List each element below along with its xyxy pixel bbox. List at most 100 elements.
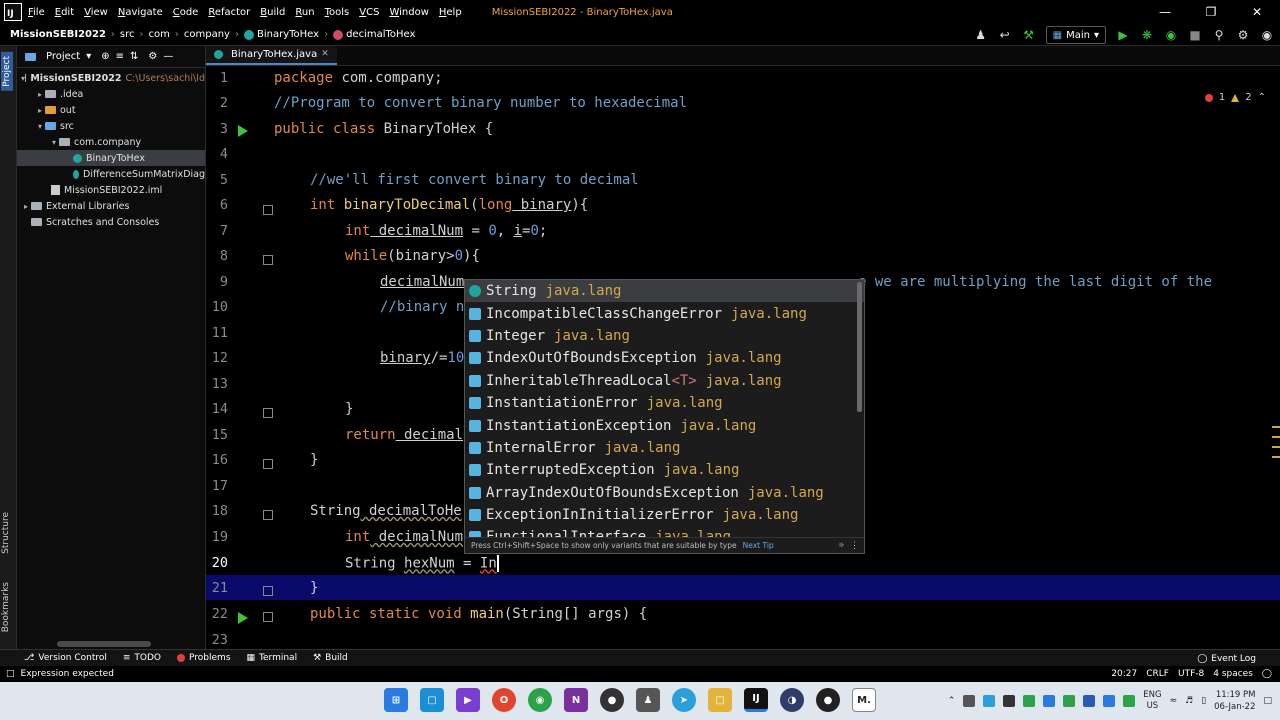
build-hammer-icon[interactable]: ⚒ [1022,28,1036,42]
bluetooth-icon[interactable] [1043,695,1056,707]
vcs-arrow-icon[interactable]: ↩ [998,28,1012,42]
coverage-icon[interactable]: ◉ [1164,28,1178,42]
toolbox-icon[interactable]: ◉ [1260,28,1274,42]
app-icon[interactable]: ♟ [636,688,660,712]
expanded-arrow-icon[interactable]: ▾ [35,122,45,131]
expanded-arrow-icon[interactable]: ▾ [49,138,59,147]
completion-item[interactable]: IncompatibleClassChangeError java.lang [465,302,864,324]
collapsed-arrow-icon[interactable]: ▸ [35,106,45,115]
warning-marker[interactable] [1272,436,1280,438]
task-view-icon[interactable]: ▢ [420,688,444,712]
breadcrumb-method[interactable]: decimalToHex [333,29,415,40]
tree-item-external-libraries[interactable]: ▸ External Libraries [17,198,205,214]
tree-item-src[interactable]: ▾ src [17,118,205,134]
event-log-button[interactable]: ◯ Event Log [1197,650,1256,667]
version-control-tool-button[interactable]: ⎇ Version Control [24,653,107,663]
completion-scrollbar[interactable] [857,282,862,412]
breadcrumb-class[interactable]: BinaryToHex [243,29,319,40]
scrollbar-markers[interactable] [1272,426,1280,466]
menu-window[interactable]: Window [389,7,428,18]
notification-icon[interactable]: □ [1263,696,1272,706]
fold-icon[interactable] [263,255,273,265]
file-encoding[interactable]: UTF-8 [1178,669,1204,679]
terminal-tool-button[interactable]: ▦ Terminal [247,653,298,663]
indent-setting[interactable]: 4 spaces [1213,669,1253,679]
completion-item[interactable]: InternalError java.lang [465,437,864,459]
intellij-taskbar-icon[interactable]: IJ [744,688,768,712]
tray-app-icon[interactable] [1003,695,1016,707]
telegram-icon[interactable]: ➤ [672,688,696,712]
completion-item[interactable]: IndexOutOfBoundsException java.lang [465,347,864,369]
breadcrumb-company[interactable]: company [184,29,230,40]
chevron-down-icon[interactable]: ▾ [86,51,91,62]
cloud-icon[interactable] [983,695,996,707]
completion-item[interactable]: InstantiationException java.lang [465,414,864,436]
completion-item[interactable]: ExceptionInInitializerError java.lang [465,504,864,526]
fold-icon[interactable] [263,205,273,215]
bookmarks-tool-tab[interactable]: Bookmarks [1,582,11,632]
completion-item[interactable]: Integer java.lang [465,325,864,347]
github-icon[interactable]: ● [816,688,840,712]
collapsed-arrow-icon[interactable]: ▸ [35,90,45,99]
menu-code[interactable]: Code [173,7,199,18]
expand-all-icon[interactable]: ⇅ [130,51,138,62]
tree-item-out[interactable]: ▸ out [17,102,205,118]
menu-view[interactable]: View [84,7,108,18]
caret-position[interactable]: 20:27 [1111,669,1137,679]
obs-icon[interactable]: ● [600,688,624,712]
windows-start-icon[interactable]: ⊞ [384,688,408,712]
language-indicator[interactable]: ENG US [1143,690,1161,712]
word-icon[interactable] [1083,695,1096,707]
menu-help[interactable]: Help [439,7,462,18]
fold-icon[interactable] [263,510,273,520]
menu-vcs[interactable]: VCS [359,7,379,18]
menu-navigate[interactable]: Navigate [118,7,163,18]
tree-item-scratches[interactable]: Scratches and Consoles [17,214,205,230]
inspection-widget[interactable]: 1 2 ⌃ [1204,92,1266,103]
tree-item-differencesummatrix[interactable]: DifferenceSumMatrixDiag [17,166,205,182]
locate-icon[interactable]: ⊕ [101,51,109,62]
completion-item[interactable]: InterruptedException java.lang [465,459,864,481]
tree-item-project-root[interactable]: ▾ MissionSEBI2022 C:\Users\sachi\Id [17,70,205,86]
eclipse-icon[interactable]: ◑ [780,688,804,712]
build-tool-button[interactable]: ⚒ Build [313,653,348,663]
collapsed-arrow-icon[interactable]: ▸ [21,202,31,211]
more-options-icon[interactable]: ⋮ [850,541,859,551]
completion-item[interactable]: InheritableThreadLocal <T> java.lang [465,370,864,392]
file-explorer-icon[interactable]: □ [708,688,732,712]
run-icon[interactable]: ▶ [1116,28,1130,42]
stop-icon[interactable]: ■ [1188,28,1202,42]
structure-tool-tab[interactable]: Structure [1,512,11,554]
tray-chevron-icon[interactable]: ⌃ [948,696,956,706]
popup-settings-icon[interactable]: ☼ [839,541,844,551]
tree-item-binarytohex[interactable]: BinaryToHex [17,150,205,166]
tray-app-icon[interactable] [963,695,976,707]
run-configuration-select[interactable]: ▦ Main ▾ [1045,26,1106,44]
todo-tool-button[interactable]: ≡ TODO [123,653,161,663]
project-tool-tab[interactable]: Project [1,52,13,91]
menu-tools[interactable]: Tools [325,7,350,18]
menu-file[interactable]: File [28,7,45,18]
tree-item-package[interactable]: ▾ com.company [17,134,205,150]
fold-icon[interactable] [263,459,273,469]
collapse-all-icon[interactable]: ≡ [116,51,124,62]
warning-marker[interactable] [1272,456,1280,458]
fold-icon[interactable] [263,586,273,596]
breadcrumb-project[interactable]: MissionSEBI2022 [10,29,106,40]
clock[interactable]: 11:19 PM 06-Jan-22 [1214,689,1255,713]
line-separator[interactable]: CRLF [1146,669,1169,679]
debug-icon[interactable]: ❋ [1140,28,1154,42]
close-window-icon[interactable]: ✕ [1234,0,1280,24]
tray-app-icon[interactable] [1063,695,1076,707]
onenote-icon[interactable]: N [564,688,588,712]
office-icon[interactable]: O [492,688,516,712]
fold-icon[interactable] [263,612,273,622]
completion-item[interactable]: String java.lang [465,280,864,303]
menu-refactor[interactable]: Refactor [208,7,250,18]
problems-tool-button[interactable]: Problems [177,653,231,663]
tree-item-idea[interactable]: ▸ .idea [17,86,205,102]
hide-panel-icon[interactable]: — [163,51,173,62]
run-gutter-icon[interactable] [238,612,248,624]
gear-icon[interactable]: ⚙ [148,51,157,62]
fold-icon[interactable] [263,408,273,418]
